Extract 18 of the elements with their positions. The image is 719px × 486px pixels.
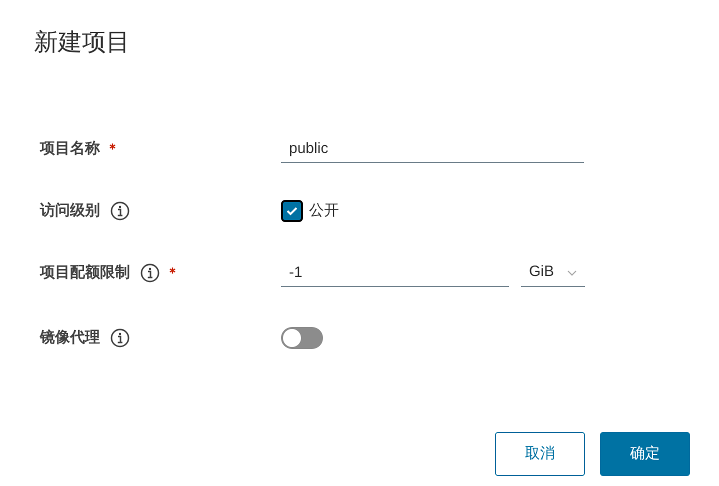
field-label: 镜像代理 [40, 328, 100, 348]
checkbox[interactable] [281, 200, 303, 222]
check-icon [286, 206, 298, 216]
cancel-button[interactable]: 取消 [495, 432, 585, 476]
confirm-button[interactable]: 确定 [600, 432, 690, 476]
info-icon[interactable] [140, 263, 160, 283]
name-field[interactable]: public [281, 135, 584, 163]
checkbox-label: 公开 [309, 200, 339, 221]
quota-field[interactable]: -1 [281, 259, 509, 287]
field-label: 项目名称 [40, 138, 100, 159]
info-icon[interactable] [110, 328, 130, 348]
field-label: 项目配额限制 [40, 262, 130, 283]
chevron-icon [567, 270, 577, 276]
field-label: 访问级别 [40, 200, 100, 221]
info-icon[interactable] [110, 201, 130, 221]
dialog-title: 新建项目 [34, 28, 130, 58]
unit-dropdown[interactable]: GiB [521, 259, 585, 287]
toggle-switch[interactable] [281, 327, 323, 349]
